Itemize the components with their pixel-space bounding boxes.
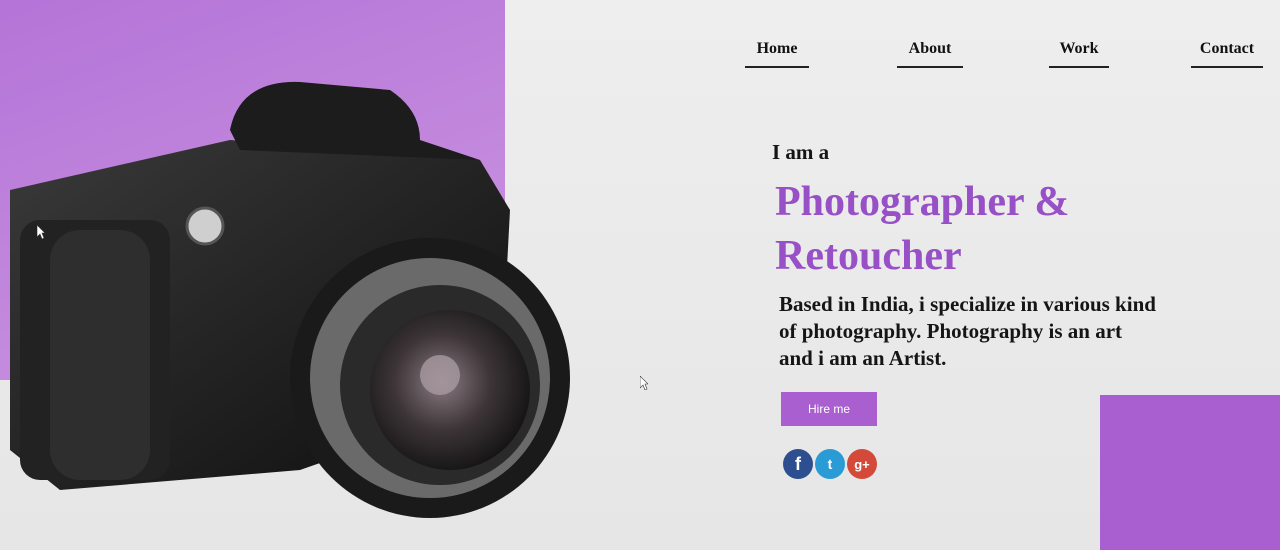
nav-contact-link[interactable]: Contact: [1191, 40, 1263, 68]
hero-intro: I am a: [772, 140, 830, 164]
hero-headline: Photographer & Retoucher: [775, 175, 1069, 283]
camera-illustration: [10, 81, 570, 518]
nav-home-link[interactable]: Home: [745, 40, 809, 68]
main-navigation: Home About Work Contact: [745, 40, 1265, 80]
mouse-cursor-icon: [640, 376, 648, 390]
google-plus-icon[interactable]: g+: [847, 449, 877, 479]
facebook-icon[interactable]: f: [783, 449, 813, 479]
nav-about-link[interactable]: About: [897, 40, 963, 68]
twitter-icon[interactable]: t: [815, 449, 845, 479]
mouse-cursor-icon: [37, 225, 45, 239]
hire-me-button[interactable]: Hire me: [781, 392, 877, 426]
headline-line-2: Retoucher: [775, 233, 962, 279]
headline-line-1: Photographer &: [775, 179, 1070, 225]
nav-work-link[interactable]: Work: [1049, 40, 1109, 68]
hero-bio: Based in India, i specialize in various …: [779, 292, 1156, 370]
social-links: f t g+: [783, 449, 879, 479]
decorative-purple-block: [1100, 395, 1280, 550]
